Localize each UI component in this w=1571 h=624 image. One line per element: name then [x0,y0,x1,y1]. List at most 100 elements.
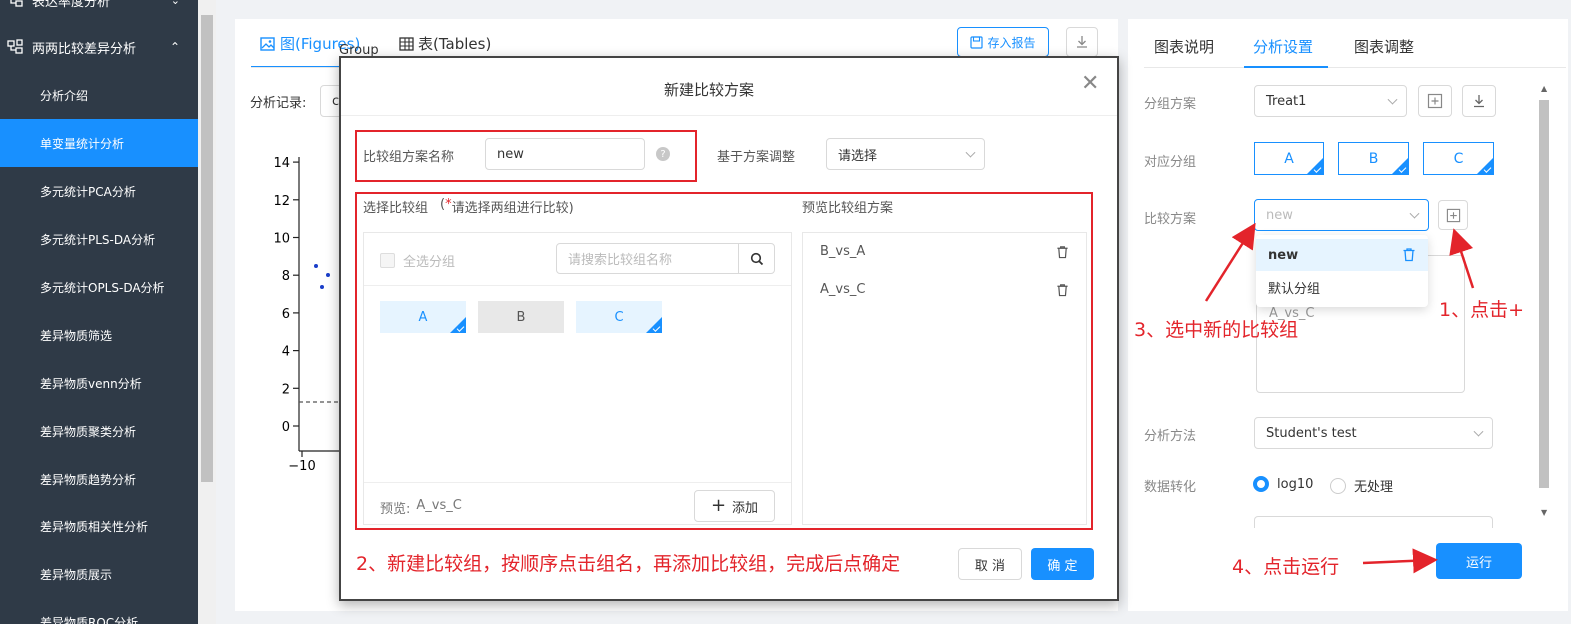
sidebar-item-label: 差异物质聚类分析 [40,424,137,439]
group-chip-label: B [516,309,526,325]
scheme-name-input[interactable]: new [485,138,645,170]
radio-unchecked-icon [1330,477,1346,494]
tab-chart-adjust[interactable]: 图表调整 [1354,36,1414,57]
radio-none-label: 无处理 [1354,480,1394,495]
group-scheme-value: Treat1 [1266,93,1307,109]
next-field-partial [1254,516,1493,528]
sidebar-group-label: 表达率度分析 [32,0,111,10]
select-all-label: 全选分组 [403,255,456,270]
y-tick-label: 12 [273,194,290,209]
group-chip-b[interactable]: B [478,301,564,333]
close-icon[interactable]: ✕ [1081,73,1099,95]
select-groups-footer-divider [364,482,791,483]
confirm-button[interactable]: 确 定 [1031,548,1094,580]
scroll-up-icon[interactable]: ▲ [1541,84,1547,93]
tab-chart-description[interactable]: 图表说明 [1154,36,1214,57]
group-scheme-select[interactable]: Treat1 [1254,85,1407,117]
dropdown-item-default[interactable]: 默认分组 [1256,271,1428,303]
method-value: Student's test [1266,425,1357,441]
sidebar-scrollbar-thumb[interactable] [201,15,213,482]
corr-group-a-label: A [1284,150,1294,167]
corr-group-c[interactable]: C [1423,142,1494,175]
group-chip-c[interactable]: C [576,301,662,333]
x-tick-label: −10 [288,459,315,474]
dropdown-item-new[interactable]: new [1256,239,1428,271]
sidebar-item[interactable]: 多元统计OPLS-DA分析 [0,263,198,311]
add-compare-scheme-button[interactable] [1438,200,1468,230]
compare-dropdown: new 默认分组 [1256,235,1428,307]
radio-none[interactable]: 无处理 [1330,476,1393,495]
trash-icon[interactable] [1056,283,1069,301]
add-group-scheme-button[interactable] [1418,85,1452,117]
select-groups-title-row: 选择比较组 ( * 请选择两组进行比较) [363,197,574,216]
sidebar-item[interactable]: 差异物质聚类分析 [0,407,198,455]
trash-icon[interactable] [1056,245,1069,263]
help-icon[interactable]: ? [656,147,670,161]
sidebar-item[interactable]: 单变量统计分析 [0,119,198,167]
search-button[interactable] [738,243,775,274]
corr-group-b-label: B [1368,150,1379,167]
sidebar-group-expression[interactable]: 表达率度分析 ⌄ [0,0,198,22]
sidebar-item[interactable]: 差异物质趋势分析 [0,455,198,503]
method-select[interactable]: Student's test [1254,417,1493,449]
corr-group-b[interactable]: B [1338,142,1409,175]
record-label: 分析记录: [250,96,307,111]
data-point [320,285,324,289]
cancel-label: 取 消 [974,558,1006,574]
sidebar-item[interactable]: 差异物质venn分析 [0,359,198,407]
corr-group-a[interactable]: A [1254,142,1324,175]
scheme-name-value: new [497,146,524,162]
select-groups-hint: 请选择两组进行比较) [451,201,574,216]
chevron-down-icon [1473,426,1484,437]
sidebar-item[interactable]: 差异物质相关性分析 [0,502,198,550]
sidebar-item-label: 差异物质筛选 [40,328,113,343]
volcano-chart: 14 12 10 8 6 4 2 0 −10 [273,156,345,474]
y-tick-label: 4 [282,345,290,360]
plus-square-icon [1446,208,1461,223]
dropdown-item-label: new [1268,247,1299,263]
download-scheme-button[interactable] [1462,85,1496,117]
cancel-button[interactable]: 取 消 [958,548,1022,580]
dropdown-item-label: 默认分组 [1268,281,1321,297]
sidebar-item[interactable]: 差异物质ROC分析 [0,598,198,624]
select-all-checkbox[interactable]: 全选分组 [380,251,455,270]
chevron-down-icon [1387,94,1398,105]
sidebar-item[interactable]: 差异物质筛选 [0,311,198,359]
annotation-step-3: 3、选中新的比较组 [1134,319,1299,341]
sidebar-item[interactable]: 分析介绍 [0,71,198,119]
chevron-down-icon [1409,208,1420,219]
sidebar-item-label: 分析介绍 [40,88,89,103]
trash-icon[interactable] [1402,247,1416,266]
confirm-label: 确 定 [1047,558,1078,574]
network-icon [6,0,24,9]
sidebar-item-label: 差异物质ROC分析 [40,615,139,624]
run-button[interactable]: 运行 [1436,543,1522,579]
compare-scheme-select[interactable]: new [1254,199,1429,231]
sidebar-item[interactable]: 多元统计PLS-DA分析 [0,215,198,263]
group-search-input[interactable]: 请搜索比较组名称 [556,243,740,274]
base-scheme-select[interactable]: 请选择 [826,138,985,170]
annotation-step-2: 2、新建比较组，按顺序点击组名，再添加比较组，完成后点确定 [356,553,901,575]
chevron-up-icon: ⌃ [169,40,180,54]
base-scheme-placeholder: 请选择 [838,148,878,164]
chevron-down-icon: ⌄ [170,0,180,7]
tab-analysis-settings[interactable]: 分析设置 [1253,36,1313,57]
sidebar-item[interactable]: 差异物质展示 [0,550,198,598]
scroll-down-icon[interactable]: ▼ [1541,508,1547,517]
corr-group-label: 对应分组 [1144,155,1197,170]
save-report-button[interactable]: 存入报告 [957,27,1049,57]
sidebar-item[interactable]: 多元统计PCA分析 [0,167,198,215]
sidebar-item-label: 多元统计PCA分析 [40,184,136,199]
tab-divider [251,67,341,68]
download-button[interactable] [1066,27,1098,57]
add-button[interactable]: + 添加 [694,490,775,522]
sidebar-group-pairwise[interactable]: 两两比较差异分析 ⌃ [0,25,198,69]
tab-tables[interactable]: 表(Tables) [399,33,491,54]
annotation-step-4: 4、点击运行 [1232,556,1340,578]
settings-scrollbar-thumb[interactable] [1539,100,1549,488]
compare-scheme-label: 比较方案 [1144,212,1197,227]
group-chip-a[interactable]: A [380,301,466,333]
radio-log10[interactable]: log10 [1253,476,1313,492]
settings-scrollbar[interactable]: ▲ ▼ [1538,84,1550,522]
preview-item: B_vs_A [820,244,866,259]
